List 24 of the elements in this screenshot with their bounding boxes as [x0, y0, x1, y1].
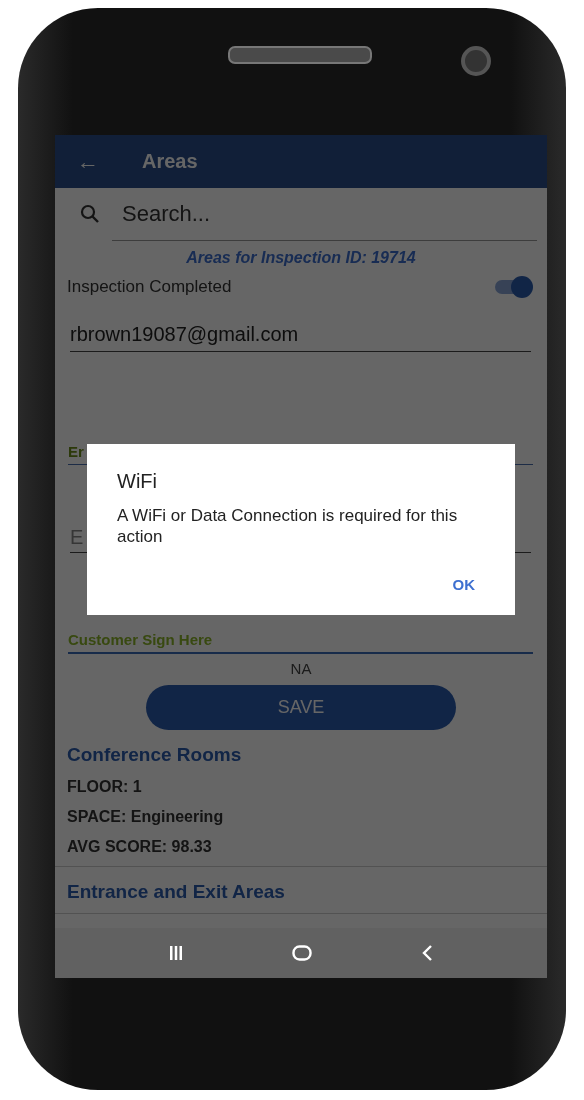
area-detail: SPACE: Engineering [67, 808, 225, 826]
dialog-message: A WiFi or Data Connection is required for this action [117, 505, 459, 547]
signature-label: Customer Sign Here [68, 631, 213, 648]
search-field[interactable]: Search... [122, 201, 422, 227]
save-button[interactable]: SAVE [146, 685, 456, 730]
camera-icon [461, 46, 491, 76]
search-icon [80, 204, 100, 224]
dialog-title: WiFi [117, 470, 158, 493]
ok-button[interactable]: OK [452, 574, 475, 595]
back-button[interactable]: ← [77, 148, 107, 175]
speaker-icon [228, 46, 372, 64]
back-icon[interactable] [420, 944, 433, 962]
field-label: Er [68, 443, 84, 460]
email-field[interactable]: rbrown19087@gmail.com [70, 323, 531, 352]
area-name[interactable]: Entrance and Exit Areas [67, 881, 535, 903]
inspection-subtitle: Areas for Inspection ID: 19714 [185, 249, 417, 267]
signature-value: NA [289, 660, 313, 677]
recents-icon[interactable] [169, 945, 184, 961]
area-name[interactable]: Conference Rooms [67, 744, 535, 766]
home-icon[interactable] [292, 945, 312, 961]
area-detail: FLOOR: 1 [67, 778, 143, 796]
area-detail: AVG SCORE: 98.33 [67, 838, 213, 856]
toggle-label: Inspection Completed [67, 277, 232, 297]
screen-title: Areas [142, 150, 198, 173]
